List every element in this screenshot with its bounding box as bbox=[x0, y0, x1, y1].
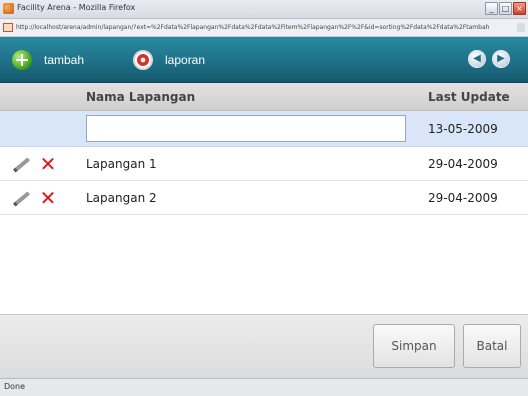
table-row: ✕ Lapangan 1 29-04-2009 bbox=[0, 147, 528, 181]
maximize-button[interactable]: □ bbox=[499, 2, 512, 15]
row-field-name: Lapangan 1 bbox=[86, 157, 157, 171]
address-bar: http://localhost/arena/admin/lapangan/?e… bbox=[0, 19, 528, 37]
app-toolbar: tambah laporan ◀ ▶ bbox=[0, 37, 528, 83]
minimize-button[interactable]: _ bbox=[485, 2, 498, 15]
window-title: Facility Arena - Mozilla Firefox bbox=[17, 3, 136, 12]
previous-icon: ◀ bbox=[473, 53, 481, 64]
row-last-update: 29-04-2009 bbox=[428, 157, 498, 171]
plus-icon bbox=[12, 50, 32, 70]
status-text: Done bbox=[4, 382, 26, 391]
report-button-label: laporan bbox=[165, 53, 206, 67]
pdf-icon bbox=[133, 50, 153, 70]
save-button[interactable]: Simpan bbox=[373, 324, 455, 368]
report-button[interactable]: laporan bbox=[133, 49, 205, 71]
table-row: ✕ Lapangan 2 29-04-2009 bbox=[0, 181, 528, 215]
row-actions: ✕ bbox=[10, 188, 58, 208]
cancel-button[interactable]: Batal bbox=[463, 324, 521, 368]
delete-x-icon[interactable]: ✕ bbox=[38, 188, 58, 208]
page-icon bbox=[3, 23, 13, 32]
button-bar: Simpan Batal bbox=[0, 314, 528, 378]
url-field[interactable]: http://localhost/arena/admin/lapangan/?e… bbox=[16, 22, 512, 34]
field-name-input[interactable] bbox=[86, 115, 406, 142]
edit-pencil-icon[interactable] bbox=[10, 154, 30, 174]
table-header: Nama Lapangan Last Update bbox=[0, 83, 528, 111]
window-controls: _ □ × bbox=[485, 2, 526, 15]
column-header-last-update[interactable]: Last Update bbox=[428, 90, 510, 104]
previous-button[interactable]: ◀ bbox=[468, 50, 486, 68]
next-icon: ▶ bbox=[497, 53, 505, 64]
add-button[interactable]: tambah bbox=[12, 49, 84, 71]
add-button-label: tambah bbox=[44, 53, 85, 67]
delete-x-icon[interactable]: ✕ bbox=[38, 154, 58, 174]
status-bar: Done bbox=[0, 378, 528, 396]
row-field-name: Lapangan 2 bbox=[86, 191, 157, 205]
close-button[interactable]: × bbox=[513, 2, 526, 15]
next-button[interactable]: ▶ bbox=[492, 50, 510, 68]
firefox-icon bbox=[3, 3, 14, 14]
edit-pencil-icon[interactable] bbox=[10, 188, 30, 208]
row-actions: ✕ bbox=[10, 154, 58, 174]
go-icon[interactable] bbox=[517, 23, 525, 32]
window-titlebar: Facility Arena - Mozilla Firefox _ □ × bbox=[0, 0, 528, 19]
row-last-update: 29-04-2009 bbox=[428, 191, 498, 205]
new-row-date: 13-05-2009 bbox=[428, 122, 498, 136]
new-row: 13-05-2009 bbox=[0, 111, 528, 147]
column-header-name[interactable]: Nama Lapangan bbox=[86, 90, 195, 104]
